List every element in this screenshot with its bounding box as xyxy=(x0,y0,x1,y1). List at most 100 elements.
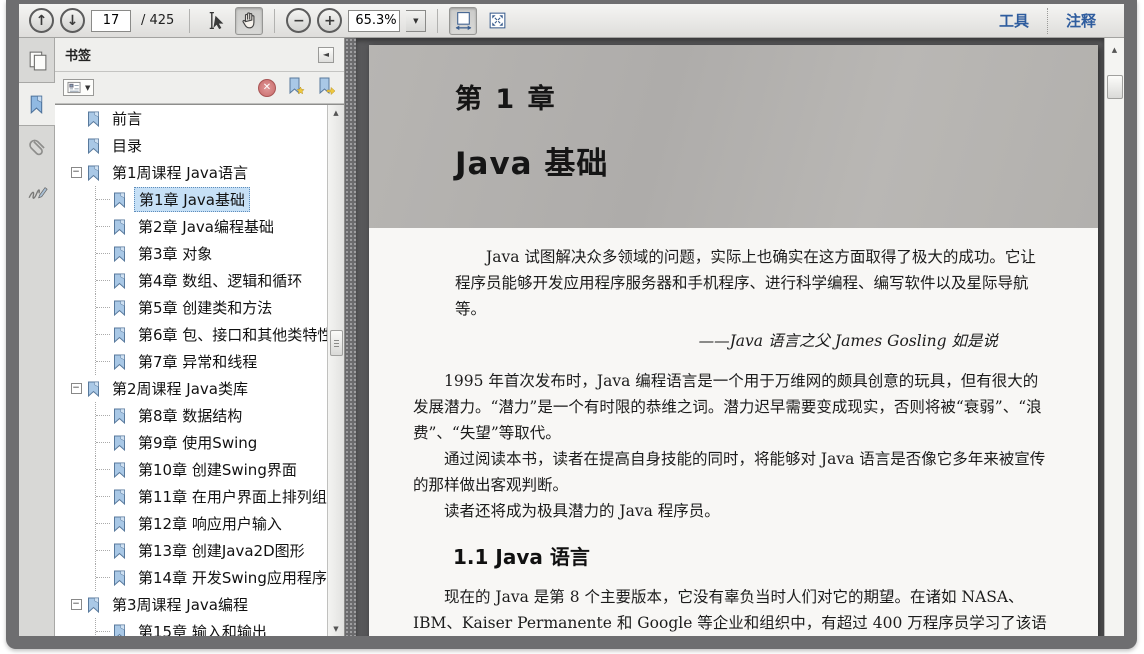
comments-panel-link[interactable]: 注释 xyxy=(1048,10,1114,31)
bookmark-item[interactable]: 第8章 数据结构 xyxy=(55,402,327,429)
previous-page-button[interactable]: ↑ xyxy=(29,8,54,33)
bookmark-item[interactable]: − 第3周课程 Java编程 xyxy=(55,591,327,618)
new-bookmark-button[interactable] xyxy=(286,76,306,100)
bookmark-item[interactable]: 前言 xyxy=(55,105,327,132)
bookmark-item[interactable]: 第4章 数组、逻辑和循环 xyxy=(55,267,327,294)
document-scrollbar-thumb[interactable] xyxy=(1106,75,1123,99)
hand-tool-button[interactable] xyxy=(235,6,264,35)
section-heading: 1.1 Java 语言 xyxy=(453,545,590,569)
bookmarks-panel: 书签 ◄ ▼ ✕ 前言 目录 − 第1周课程 Java语言 第1章 Java基础… xyxy=(55,38,345,636)
fit-width-icon xyxy=(455,12,472,31)
bookmark-icon xyxy=(85,110,102,128)
bookmark-label: 第13章 创建Java2D图形 xyxy=(138,542,305,560)
fit-page-button[interactable] xyxy=(483,7,511,35)
document-scrollbar[interactable]: ▲ xyxy=(1104,38,1124,636)
fit-width-button[interactable] xyxy=(449,6,478,35)
collapse-minus-icon[interactable]: − xyxy=(70,599,82,610)
bookmark-item[interactable]: 第13章 创建Java2D图形 xyxy=(55,537,327,564)
bookmark-tree-scrollbar[interactable]: ▲ ▼ xyxy=(327,105,344,636)
chevron-down-icon: ▼ xyxy=(85,83,91,92)
zoom-level-input[interactable] xyxy=(348,9,401,32)
bookmark-item[interactable]: 第10章 创建Swing界面 xyxy=(55,456,327,483)
zoom-dropdown-button[interactable]: ▼ xyxy=(406,9,427,32)
bookmark-icon xyxy=(111,299,128,317)
navigation-pane-strip xyxy=(19,38,55,636)
bookmark-item[interactable]: 第7章 异常和线程 xyxy=(55,348,327,375)
scroll-down-icon[interactable]: ▼ xyxy=(329,621,344,636)
scroll-up-icon[interactable]: ▲ xyxy=(329,105,344,120)
bookmark-icon xyxy=(111,245,128,263)
chevron-down-icon: ▼ xyxy=(413,16,419,25)
zoom-out-button[interactable]: − xyxy=(286,8,312,33)
body-paragraph: 通过阅读本书，读者在提高自身技能的同时，将能够对 Java 语言是否像它多年来被… xyxy=(413,450,1046,494)
bookmark-label: 第5章 创建类和方法 xyxy=(138,299,273,317)
bookmark-icon xyxy=(111,461,128,479)
toolbar-right-group: 工具 注释 xyxy=(981,4,1114,37)
bookmarks-tab[interactable] xyxy=(19,82,55,126)
bookmark-item[interactable]: 第3章 对象 xyxy=(55,240,327,267)
collapse-minus-icon[interactable]: − xyxy=(70,383,82,394)
bookmark-options-button[interactable]: ▼ xyxy=(63,79,95,96)
bookmark-tree: 前言 目录 − 第1周课程 Java语言 第1章 Java基础 第2章 Java… xyxy=(55,105,327,636)
bookmark-label: 第6章 包、接口和其他类特性 xyxy=(138,326,327,344)
tree-connector-line xyxy=(95,483,111,510)
panel-splitter[interactable] xyxy=(345,38,356,636)
bookmark-label: 第1章 Java基础 xyxy=(134,187,250,212)
bookmark-label: 第4章 数组、逻辑和循环 xyxy=(138,272,303,290)
attachments-tab[interactable] xyxy=(19,126,55,170)
goto-bookmark-button[interactable] xyxy=(316,76,336,100)
bookmark-label: 第12章 响应用户输入 xyxy=(138,515,282,533)
bookmark-icon xyxy=(85,596,102,614)
bookmark-item[interactable]: 目录 xyxy=(55,132,327,159)
options-list-icon xyxy=(67,81,81,94)
chapter-number: 第 1 章 xyxy=(455,84,557,115)
page-thumbnails-tab[interactable] xyxy=(19,38,55,82)
select-cursor-icon xyxy=(209,11,224,30)
page-number-input[interactable] xyxy=(91,9,131,32)
collapse-panel-button[interactable]: ◄ xyxy=(318,46,334,63)
select-tool-button[interactable] xyxy=(201,7,229,35)
tools-panel-link[interactable]: 工具 xyxy=(981,10,1047,31)
collapse-left-icon: ◄ xyxy=(322,50,330,59)
bookmark-item[interactable]: 第14章 开发Swing应用程序 xyxy=(55,564,327,591)
bookmark-item[interactable]: 第6章 包、接口和其他类特性 xyxy=(55,321,327,348)
fit-page-icon xyxy=(489,12,506,29)
epigraph-quote: Java 试图解决众多领域的问题，实际上也确实在这方面取得了极大的成功。它让程序… xyxy=(455,248,1036,318)
document-view-area[interactable]: 第 1 章 Java 基础 Java 试图解决众多领域的问题，实际上也确实在这方… xyxy=(356,38,1104,636)
tree-connector-line xyxy=(95,348,111,375)
next-page-button[interactable]: ↓ xyxy=(60,8,85,33)
bookmark-label: 第3周课程 Java编程 xyxy=(112,596,248,614)
bookmark-item[interactable]: − 第2周课程 Java类库 xyxy=(55,375,327,402)
page-count-label: / 425 xyxy=(141,13,175,28)
bookmark-item[interactable]: 第2章 Java编程基础 xyxy=(55,213,327,240)
body-paragraph: 1995 年首次发布时，Java 编程语言是一个用于万维网的颇具创意的玩具，但有… xyxy=(413,372,1042,442)
collapse-minus-icon[interactable]: − xyxy=(70,167,82,178)
hand-icon xyxy=(242,12,255,29)
tree-scrollbar-thumb[interactable] xyxy=(329,330,343,356)
bookmark-item[interactable]: 第1章 Java基础 xyxy=(55,186,327,213)
pdf-reader-window: ↑ ↓ / 425 − + ▼ xyxy=(6,0,1137,649)
bookmark-icon xyxy=(111,353,128,371)
bookmark-item[interactable]: 第11章 在用户界面上排列组件 xyxy=(55,483,327,510)
delete-bookmark-button[interactable]: ✕ xyxy=(258,78,276,97)
bookmarks-panel-toolbar: ▼ ✕ xyxy=(55,72,344,104)
arrow-down-icon: ↓ xyxy=(66,12,79,29)
bookmark-icon xyxy=(111,407,128,425)
tree-connector-line xyxy=(95,564,111,591)
pdf-page: 第 1 章 Java 基础 Java 试图解决众多领域的问题，实际上也确实在这方… xyxy=(369,45,1098,636)
bookmark-item[interactable]: 第15章 输入和输出 xyxy=(55,618,327,636)
zoom-in-button[interactable]: + xyxy=(317,8,343,33)
expand-slot: − xyxy=(67,599,85,610)
bookmark-label: 第9章 使用Swing xyxy=(138,434,258,452)
bookmark-item[interactable]: 第12章 响应用户输入 xyxy=(55,510,327,537)
bookmark-icon xyxy=(111,488,128,506)
bookmark-item[interactable]: 第9章 使用Swing xyxy=(55,429,327,456)
bookmarks-panel-header: 书签 ◄ xyxy=(55,38,344,72)
signatures-tab[interactable] xyxy=(19,170,55,214)
toolbar-separator xyxy=(189,8,191,33)
bookmark-item[interactable]: 第5章 创建类和方法 xyxy=(55,294,327,321)
scroll-up-icon[interactable]: ▲ xyxy=(1107,42,1122,57)
bookmark-item[interactable]: − 第1周课程 Java语言 xyxy=(55,159,327,186)
bookmark-label: 第2周课程 Java类库 xyxy=(112,380,248,398)
bookmark-label: 第15章 输入和输出 xyxy=(138,623,267,636)
